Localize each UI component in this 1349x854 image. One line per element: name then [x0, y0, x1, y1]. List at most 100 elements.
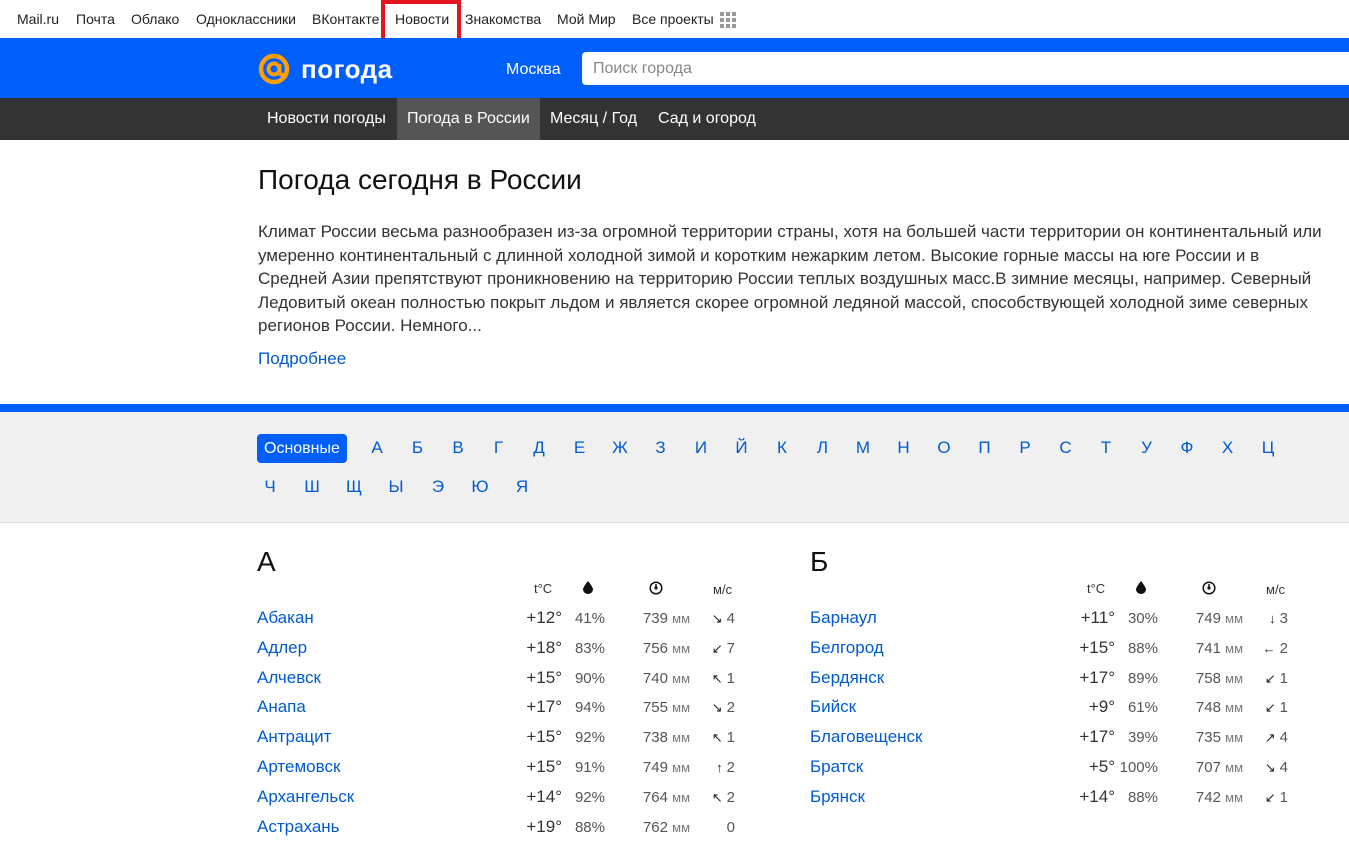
city-link[interactable]: Астрахань: [257, 817, 340, 837]
pressure-unit: мм: [672, 700, 690, 716]
portal-link-news[interactable]: Новости: [395, 11, 449, 27]
pressure-value: 740 мм: [620, 670, 690, 687]
divider-stripe: [0, 404, 1349, 412]
alphabet-letter[interactable]: А: [371, 438, 382, 458]
humidity-value: 61%: [1127, 699, 1158, 717]
city-link[interactable]: Бийск: [810, 697, 856, 717]
pressure-number: 738: [642, 729, 668, 747]
alphabet-letter[interactable]: К: [777, 438, 787, 458]
alphabet-main-button[interactable]: Основные: [257, 434, 347, 463]
pressure-value: 762 мм: [620, 819, 690, 836]
alphabet-letter[interactable]: Т: [1101, 438, 1111, 458]
city-link[interactable]: Адлер: [257, 638, 307, 658]
city-link[interactable]: Артемовск: [257, 757, 340, 777]
temperature-value: +14°: [1079, 786, 1115, 806]
humidity-value: 88%: [574, 818, 605, 836]
at-logo-icon: [258, 53, 290, 85]
alphabet-letter[interactable]: Э: [432, 477, 444, 497]
humidity-value: 41%: [574, 610, 605, 627]
alphabet-letter[interactable]: Х: [1222, 438, 1233, 458]
temperature-value: +14°: [526, 786, 562, 806]
alphabet-letter[interactable]: Д: [533, 438, 545, 458]
city-link[interactable]: Абакан: [257, 608, 314, 628]
apps-grid-icon[interactable]: [720, 12, 736, 28]
humidity-value: 39%: [1127, 729, 1158, 747]
alphabet-letter[interactable]: Ф: [1181, 438, 1194, 458]
pressure-unit: мм: [1225, 760, 1243, 775]
alphabet-letter[interactable]: Я: [516, 477, 528, 497]
city-link[interactable]: Алчевск: [257, 668, 321, 688]
humidity-value: 100%: [1119, 759, 1158, 776]
alphabet-letter[interactable]: Б: [412, 438, 423, 458]
nav-weather-news[interactable]: Новости погоды: [257, 98, 396, 140]
temperature-value: +17°: [1079, 727, 1115, 747]
city-link[interactable]: Благовещенск: [810, 727, 923, 747]
alphabet-letter[interactable]: М: [856, 438, 870, 458]
alphabet-letter[interactable]: Щ: [346, 477, 362, 497]
wind-value: ↗ 4: [1243, 729, 1288, 746]
alphabet-letter[interactable]: И: [695, 438, 707, 458]
temperature-value: +9°: [1088, 697, 1115, 717]
city-link[interactable]: Бердянск: [810, 668, 884, 688]
pressure-value: 749 мм: [620, 759, 690, 776]
alphabet-letter[interactable]: Г: [494, 438, 503, 458]
wind-value: ↙ 1: [1243, 670, 1288, 687]
alphabet-letter[interactable]: У: [1141, 438, 1152, 458]
nav-garden[interactable]: Сад и огород: [648, 98, 766, 140]
wind-direction-arrow-icon: ↙: [1264, 670, 1276, 686]
humidity-value: 88%: [1127, 788, 1158, 806]
alphabet-letter[interactable]: Ы: [388, 477, 403, 497]
city-link[interactable]: Антрацит: [257, 727, 331, 747]
alphabet-letter[interactable]: З: [655, 438, 665, 458]
wind-speed: 1: [726, 729, 735, 747]
current-city-link[interactable]: Москва: [506, 61, 561, 79]
city-link[interactable]: Брянск: [810, 787, 865, 807]
city-link[interactable]: Анапа: [257, 697, 306, 717]
alphabet-letter[interactable]: Ю: [471, 477, 488, 497]
portal-link-all-projects[interactable]: Все проекты: [632, 11, 714, 27]
wind-direction-arrow-icon: ↗: [1264, 730, 1276, 746]
alphabet-letter[interactable]: О: [937, 438, 950, 458]
humidity-value: 92%: [574, 788, 605, 806]
city-search-input[interactable]: [582, 52, 1349, 85]
alphabet-letter[interactable]: С: [1059, 438, 1071, 458]
alphabet-letter[interactable]: Ж: [612, 438, 628, 458]
alphabet-letter[interactable]: Л: [817, 438, 828, 458]
portal-link-mail[interactable]: Почта: [76, 11, 115, 27]
alphabet-letter[interactable]: Й: [735, 438, 747, 458]
nav-month-year[interactable]: Месяц / Год: [540, 98, 647, 140]
wind-value: ↖ 2: [690, 789, 735, 806]
humidity-value: 88%: [1127, 639, 1158, 657]
wind-value: ↖ 1: [690, 670, 735, 687]
portal-link-vk[interactable]: ВКонтакте: [312, 11, 379, 27]
alphabet-letter[interactable]: Р: [1019, 438, 1030, 458]
nav-weather-russia[interactable]: Погода в России: [397, 98, 540, 140]
portal-link-my-world[interactable]: Мой Мир: [557, 11, 616, 27]
city-link[interactable]: Барнаул: [810, 608, 877, 628]
temperature-value: +15°: [1079, 637, 1115, 657]
alphabet-letter[interactable]: Ц: [1262, 438, 1275, 458]
alphabet-letter[interactable]: В: [452, 438, 463, 458]
read-more-link[interactable]: Подробнее: [258, 349, 346, 369]
portal-link-mailru[interactable]: Mail.ru: [17, 11, 59, 27]
wind-value: 0: [690, 819, 735, 836]
pressure-number: 749: [1195, 610, 1221, 627]
wind-direction-arrow-icon: ↖: [711, 730, 723, 746]
alphabet-letter[interactable]: Е: [574, 438, 585, 458]
city-link[interactable]: Архангельск: [257, 787, 354, 807]
pressure-number: 739: [642, 610, 668, 627]
city-link[interactable]: Братск: [810, 757, 863, 777]
alphabet-letter[interactable]: Ч: [264, 477, 275, 497]
portal-link-dating[interactable]: Знакомства: [465, 11, 541, 27]
pressure-unit: мм: [672, 640, 690, 656]
pressure-number: 762: [642, 818, 668, 836]
page-title: Погода сегодня в России: [258, 164, 582, 195]
alphabet-letter[interactable]: Ш: [304, 477, 320, 497]
portal-link-ok[interactable]: Одноклассники: [196, 11, 296, 27]
pressure-number: 758: [1195, 669, 1221, 687]
alphabet-letter[interactable]: П: [978, 438, 990, 458]
portal-link-cloud[interactable]: Облако: [131, 11, 179, 27]
city-link[interactable]: Белгород: [810, 638, 884, 658]
pressure-value: 707 мм: [1173, 759, 1243, 776]
alphabet-letter[interactable]: Н: [897, 438, 909, 458]
